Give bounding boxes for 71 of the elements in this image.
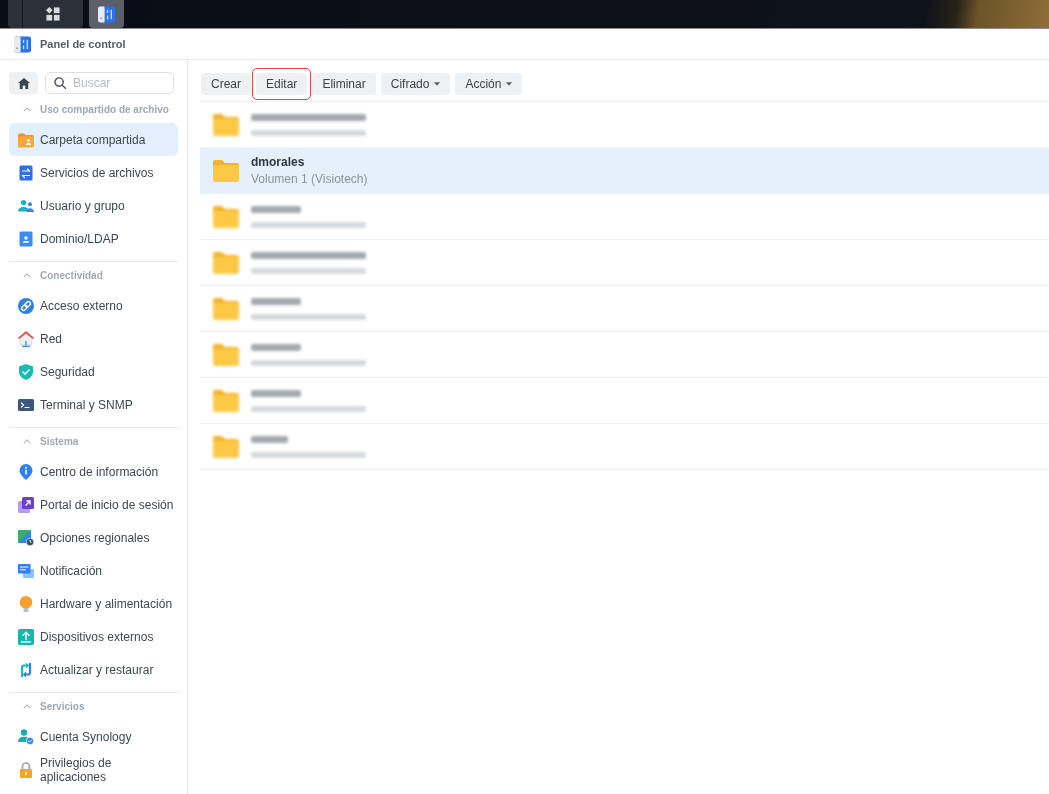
folder-icon xyxy=(213,343,239,366)
file-arrows-icon xyxy=(18,164,34,181)
toolbar-button[interactable]: Editar xyxy=(256,73,308,95)
chat-bubbles-icon xyxy=(18,562,34,579)
sidebar-item[interactable]: Usuario y grupo xyxy=(9,189,178,222)
chevron-up-icon xyxy=(23,439,31,444)
link-icon xyxy=(18,297,34,314)
refresh-icon xyxy=(18,661,34,678)
sidebar-item[interactable]: Seguridad xyxy=(9,355,178,388)
folder-icon xyxy=(213,251,239,274)
info-pin-icon xyxy=(18,463,34,480)
blurred-text xyxy=(251,435,288,443)
search-icon xyxy=(54,77,66,89)
blurred-text xyxy=(251,343,301,351)
sidebar-item[interactable]: Portal de inicio de sesión xyxy=(9,488,178,521)
control-panel-icon xyxy=(98,5,115,23)
sidebar-item[interactable]: Terminal y SNMP xyxy=(9,388,178,421)
sidebar-item[interactable]: Hardware y alimentación xyxy=(9,587,178,620)
grid-icon xyxy=(46,7,60,21)
folder-icon xyxy=(213,159,239,182)
folder-icon xyxy=(213,435,239,458)
folder-location: Volumen 1 (Visiotech) xyxy=(251,170,368,188)
chevron-up-icon xyxy=(23,273,31,278)
folder-icon xyxy=(213,297,239,320)
sidebar-item[interactable]: Dispositivos externos xyxy=(9,620,178,653)
toolbar-button[interactable]: Crear xyxy=(201,73,251,95)
window-title: Panel de control xyxy=(40,36,126,52)
sidebar-item[interactable]: Carpeta compartida xyxy=(9,123,178,156)
sidebar-item[interactable]: Centro de información xyxy=(9,455,178,488)
sidebar-item[interactable]: Red xyxy=(9,322,178,355)
upload-icon xyxy=(18,628,34,645)
sidebar-item[interactable]: Acceso externo xyxy=(9,289,178,322)
sidebar-item[interactable]: Actualizar y restaurar xyxy=(9,653,178,686)
users-icon xyxy=(18,197,34,214)
control-panel-icon xyxy=(14,35,31,53)
lock-icon xyxy=(18,761,34,778)
chevron-up-icon xyxy=(23,107,31,112)
folder-name: dmorales xyxy=(251,153,306,171)
house-icon xyxy=(18,330,34,347)
chevron-up-icon xyxy=(23,704,31,709)
lightbulb-icon xyxy=(18,595,34,612)
sidebar-item[interactable]: Privilegios de aplicaciones xyxy=(9,753,178,786)
blurred-text xyxy=(251,297,301,305)
sidebar-item[interactable]: Dominio/LDAP xyxy=(9,222,178,255)
caret-icon xyxy=(434,82,441,86)
toolbar-button[interactable]: Cifrado xyxy=(380,73,451,95)
terminal-icon xyxy=(18,396,34,413)
sidebar-item[interactable]: Notificación xyxy=(9,554,178,587)
user-check-icon xyxy=(18,728,34,745)
blurred-text xyxy=(251,389,301,397)
sidebar-item[interactable]: Servicios de archivos xyxy=(9,156,178,189)
toolbar-button[interactable]: Acción xyxy=(455,73,523,95)
taskbar-button[interactable] xyxy=(89,0,124,28)
folder-user-icon xyxy=(18,131,34,148)
search-field[interactable]: Buscar xyxy=(45,72,174,94)
contact-card-icon xyxy=(18,230,34,247)
toolbar-button[interactable]: Eliminar xyxy=(312,73,376,95)
folder-icon xyxy=(213,113,239,136)
map-clock-icon xyxy=(18,529,34,546)
caret-icon xyxy=(506,82,513,86)
home-icon xyxy=(17,77,30,89)
sidebar-item[interactable]: Opciones regionales xyxy=(9,521,178,554)
folder-icon xyxy=(213,205,239,228)
blurred-text xyxy=(251,205,301,213)
taskbar-button[interactable] xyxy=(8,0,83,28)
home-button[interactable] xyxy=(9,72,38,94)
shield-check-icon xyxy=(18,363,34,380)
sidebar-item[interactable]: Cuenta Synology xyxy=(9,720,178,753)
square-arrow-icon xyxy=(18,496,34,513)
folder-icon xyxy=(213,389,239,412)
folder-row[interactable]: dmorales Volumen 1 (Visiotech) xyxy=(200,148,1049,194)
